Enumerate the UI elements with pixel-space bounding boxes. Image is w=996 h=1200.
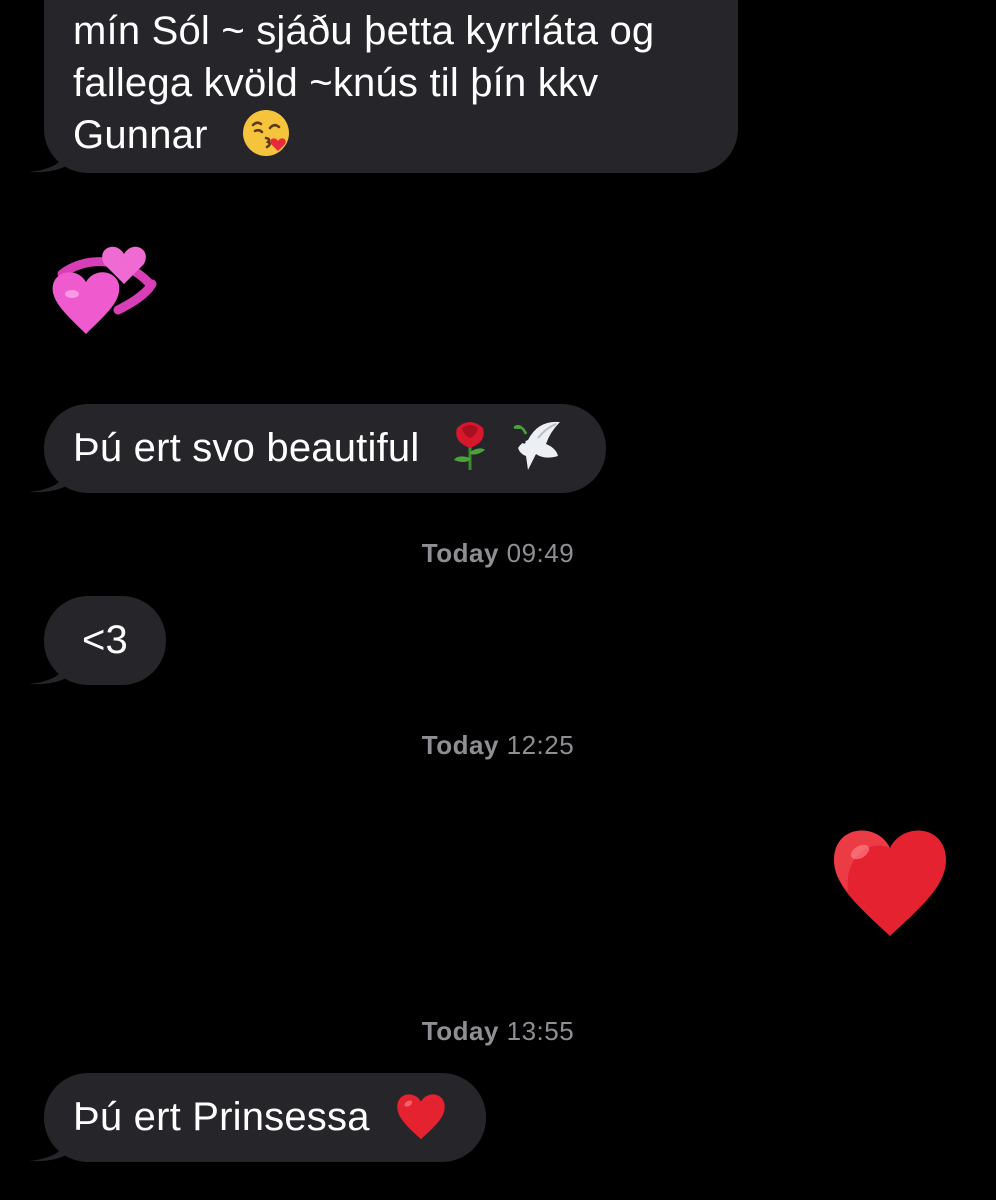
message-text: <3 (82, 618, 129, 662)
bubble-tail (29, 1128, 75, 1162)
face-blowing-kiss-icon (242, 110, 289, 157)
timestamp-day: Today (421, 730, 499, 760)
timestamp-day: Today (421, 538, 499, 568)
bubble-tail (29, 139, 75, 173)
message-bubble-incoming[interactable]: <3 (29, 596, 166, 685)
rose-icon (453, 422, 485, 471)
bubble-tail (29, 651, 75, 685)
message-bubble-incoming[interactable]: Þú ert Prinsessa (29, 1073, 486, 1162)
timestamp: Today 09:49 (0, 538, 996, 569)
message-text: Þú ert Prinsessa (73, 1095, 370, 1139)
message-text-line: fallega kvöld ~knús til þín kkv (73, 61, 599, 105)
message-bubble-incoming[interactable]: mín Sól ~ sjáðu þetta kyrrláta og falleg… (29, 0, 738, 173)
timestamp-time: 09:49 (506, 538, 575, 568)
message-text: Þú ert svo beautiful (73, 426, 420, 470)
dove-icon (513, 422, 561, 471)
message-text-line: Gunnar (73, 109, 738, 161)
red-heart-icon[interactable] (830, 820, 950, 938)
red-heart-icon (397, 1094, 445, 1140)
message-bubble-incoming[interactable]: Þú ert svo beautiful (29, 404, 606, 493)
timestamp: Today 12:25 (0, 730, 996, 761)
message-text-line: mín Sól ~ sjáðu þetta kyrrláta og (73, 9, 655, 53)
timestamp-time: 12:25 (506, 730, 575, 760)
timestamp-time: 13:55 (506, 1016, 575, 1046)
revolving-hearts-icon[interactable] (42, 236, 162, 348)
timestamp: Today 13:55 (0, 1016, 996, 1047)
bubble-tail (29, 459, 75, 493)
timestamp-day: Today (421, 1016, 499, 1046)
